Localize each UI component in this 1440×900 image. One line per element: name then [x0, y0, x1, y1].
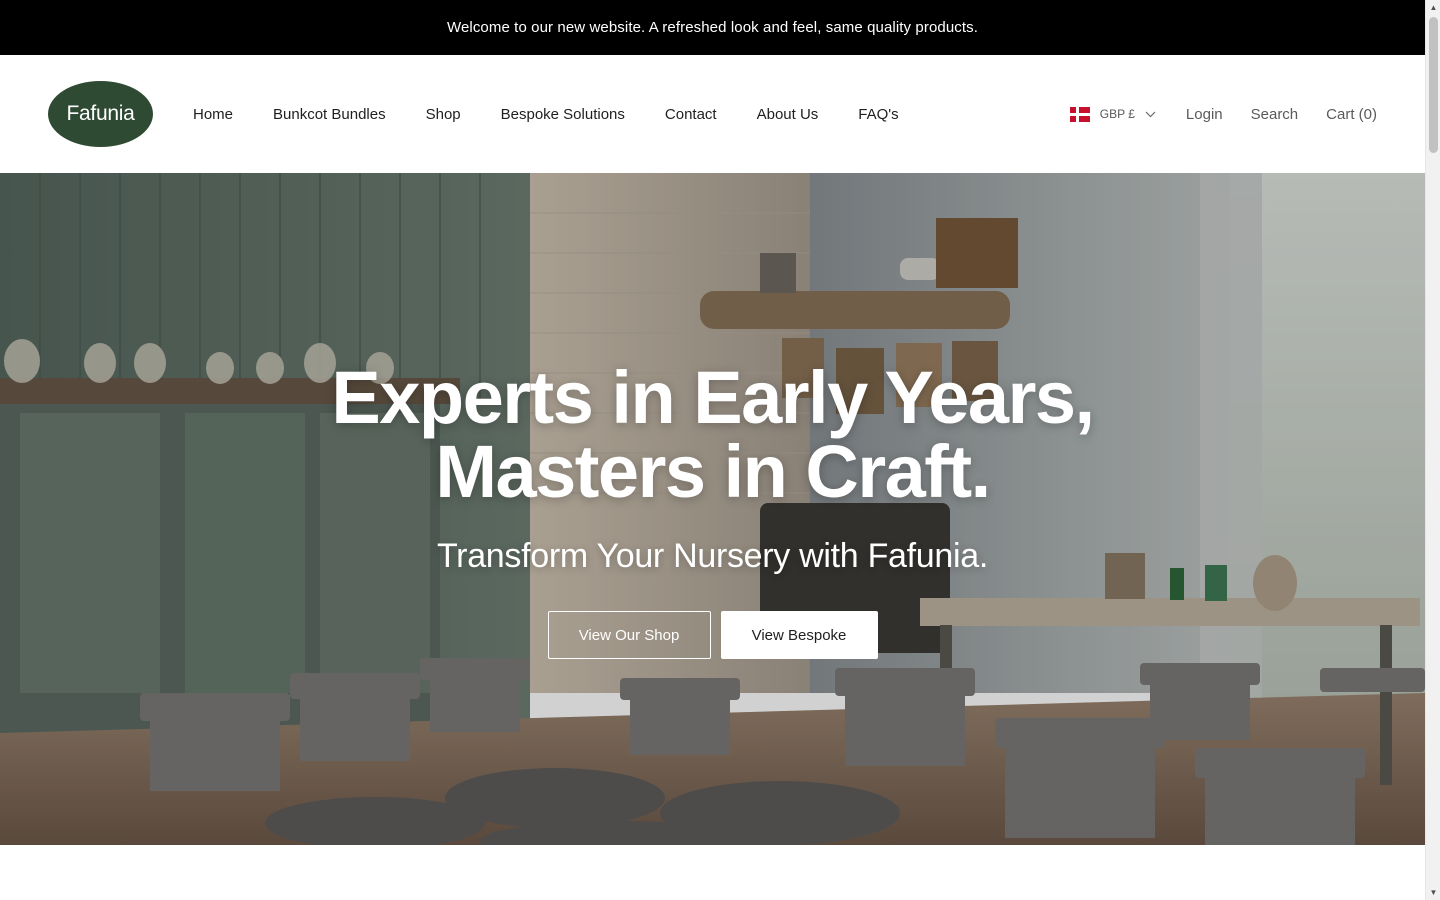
view-bespoke-button[interactable]: View Bespoke: [720, 611, 878, 659]
logo[interactable]: Fafunia: [48, 81, 153, 147]
nav-item-faqs[interactable]: FAQ's: [858, 106, 898, 123]
scroll-down-arrow-icon[interactable]: ▼: [1426, 885, 1440, 900]
nav-item-home[interactable]: Home: [193, 106, 233, 123]
browser-viewport: Welcome to our new website. A refreshed …: [0, 0, 1425, 900]
login-link[interactable]: Login: [1186, 106, 1223, 123]
page: Welcome to our new website. A refreshed …: [0, 0, 1440, 900]
announcement-bar: Welcome to our new website. A refreshed …: [0, 0, 1425, 55]
header-actions: GBP £ Login Search Cart (0): [1069, 106, 1377, 123]
hero-subtitle: Transform Your Nursery with Fafunia.: [436, 537, 989, 575]
view-shop-button[interactable]: View Our Shop: [547, 611, 711, 659]
denmark-flag-icon: [1069, 106, 1090, 122]
nav-item-shop[interactable]: Shop: [426, 106, 461, 123]
nav-item-about-us[interactable]: About Us: [757, 106, 819, 123]
main-nav: Home Bunkcot Bundles Shop Bespoke Soluti…: [193, 106, 899, 123]
cart-link[interactable]: Cart (0): [1326, 106, 1377, 123]
vertical-scrollbar[interactable]: ▲ ▼: [1425, 0, 1440, 900]
hero-section: Experts in Early Years, Masters in Craft…: [0, 173, 1425, 845]
nav-item-bespoke-solutions[interactable]: Bespoke Solutions: [501, 106, 625, 123]
hero-buttons: View Our Shop View Bespoke: [0, 611, 1425, 659]
announcement-text: Welcome to our new website. A refreshed …: [446, 19, 979, 36]
site-header: Fafunia Home Bunkcot Bundles Shop Bespok…: [0, 55, 1425, 173]
nav-item-bunkcot-bundles[interactable]: Bunkcot Bundles: [273, 106, 386, 123]
logo-text: Fafunia: [66, 102, 135, 125]
scroll-up-arrow-icon[interactable]: ▲: [1426, 0, 1440, 15]
search-link[interactable]: Search: [1251, 106, 1299, 123]
scrollbar-thumb[interactable]: [1429, 17, 1438, 153]
hero-title-line-2: Masters in Craft.: [435, 430, 991, 513]
hero-title: Experts in Early Years, Masters in Craft…: [0, 361, 1425, 509]
hero-content: Experts in Early Years, Masters in Craft…: [0, 361, 1425, 659]
currency-label: GBP £: [1099, 107, 1135, 121]
nav-item-contact[interactable]: Contact: [665, 106, 717, 123]
chevron-down-icon: [1145, 111, 1156, 118]
currency-selector[interactable]: GBP £: [1069, 106, 1156, 122]
hero-title-line-1: Experts in Early Years,: [331, 356, 1095, 439]
